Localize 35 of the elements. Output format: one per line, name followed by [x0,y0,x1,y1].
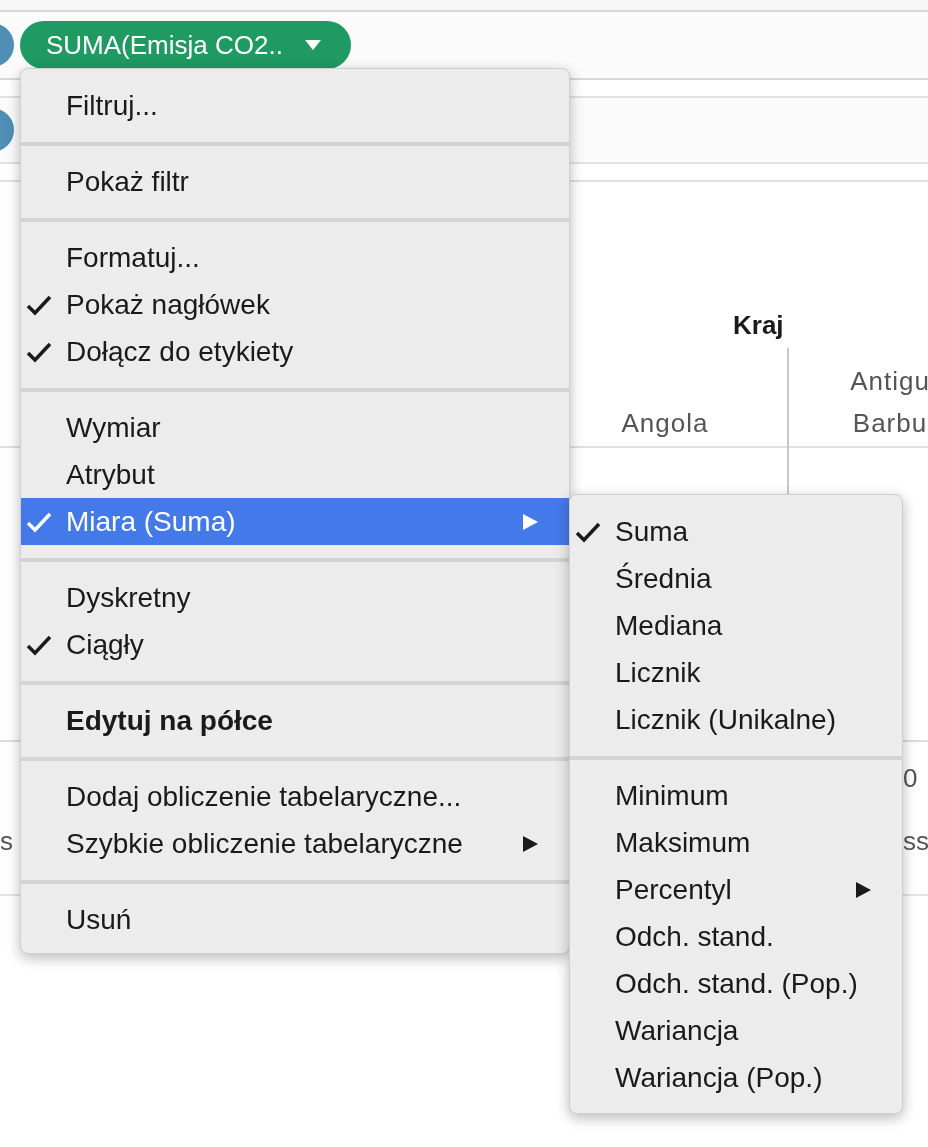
menu-item[interactable]: Wariancja (Pop.) [570,1054,902,1101]
menu-item[interactable]: Licznik (Unikalne) [570,696,902,743]
menu-item[interactable]: Suma [570,508,902,555]
measure-pill[interactable]: SUMA(Emisja CO2.. [20,21,351,69]
menu-item[interactable]: Usuń [21,896,569,943]
menu-item[interactable]: Średnia [570,555,902,602]
menu-item[interactable]: Atrybut [21,451,569,498]
menu-item[interactable]: Odch. stand. (Pop.) [570,960,902,1007]
menu-item[interactable]: Szybkie obliczenie tabelaryczne [21,820,569,867]
menu-item[interactable]: Edytuj na półce [21,697,569,744]
axis-label: 0 [903,763,918,794]
axis-label: ss [903,826,928,857]
column-label: Barbu [852,407,928,440]
column-header: Kraj [733,310,784,341]
menu-item[interactable]: Formatuj... [21,234,569,281]
menu-item[interactable]: Filtruj... [21,82,569,129]
caret-icon [304,40,321,50]
menu-item[interactable]: Mediana [570,602,902,649]
menu-item[interactable]: Ciągły [21,621,569,668]
axis-label: s [0,826,13,857]
menu-item[interactable]: Dyskretny [21,574,569,621]
menu-item[interactable]: Dołącz do etykiety [21,328,569,375]
menu-item[interactable]: Wymiar [21,404,569,451]
column-label: Antigu [850,365,928,398]
menu-item[interactable]: Percentyl [570,866,902,913]
menu-item[interactable]: Wariancja [570,1007,902,1054]
menu-item[interactable]: Pokaż nagłówek [21,281,569,328]
menu-item[interactable]: Dodaj obliczenie tabelaryczne... [21,773,569,820]
menu-item[interactable]: Licznik [570,649,902,696]
menu-item[interactable]: Odch. stand. [570,913,902,960]
menu-item[interactable]: Miara (Suma) [21,498,569,545]
menu-item[interactable]: Minimum [570,772,902,819]
column-label: Angola [621,407,709,440]
menu-item[interactable]: Pokaż filtr [21,158,569,205]
menu-item[interactable]: Maksimum [570,819,902,866]
